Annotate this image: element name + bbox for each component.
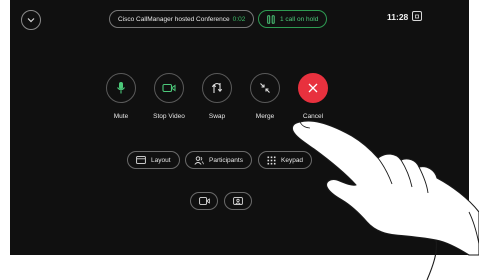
- pointing-hand-illustration: [291, 120, 479, 280]
